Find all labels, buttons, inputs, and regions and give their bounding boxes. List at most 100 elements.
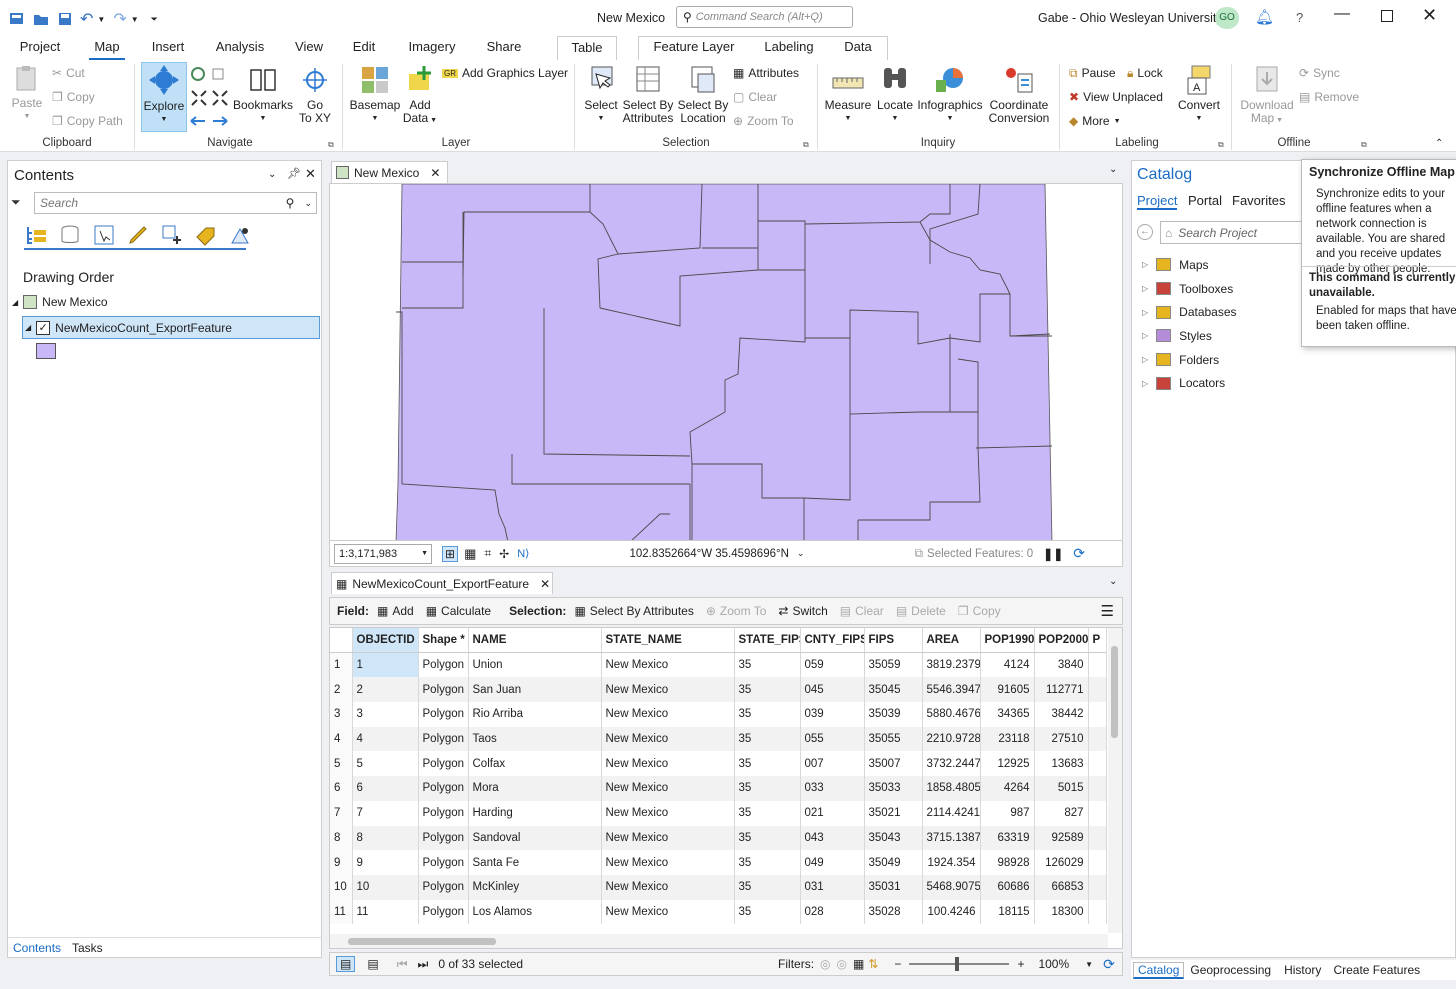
table-cell[interactable]: 10 [352, 874, 419, 900]
scale-dropdown[interactable]: 1:3,171,983 ▼ [334, 543, 432, 564]
table-cell[interactable]: 8 [352, 825, 419, 851]
notification-bell-icon[interactable]: 🔔︎ [1255, 8, 1274, 26]
table-cell[interactable]: 13683 [1034, 751, 1089, 777]
zoom-dropdown-icon[interactable]: ▼ [1085, 960, 1093, 969]
table-cell[interactable]: 35033 [864, 776, 923, 801]
tab-data[interactable]: Data [837, 36, 879, 60]
table-cell[interactable]: Polygon [418, 652, 469, 678]
refresh-icon[interactable]: ⟳ [1073, 545, 1085, 562]
tab-analysis[interactable]: Analysis [211, 36, 269, 60]
table-cell[interactable]: 4124 [980, 652, 1035, 678]
maximize-icon[interactable] [1381, 10, 1393, 22]
table-cell[interactable]: New Mexico [601, 776, 735, 801]
table-cell[interactable]: 60686 [980, 874, 1035, 900]
constraint-icon[interactable]: ⌗ [484, 546, 491, 561]
table-cell[interactable]: 028 [800, 899, 865, 925]
expand-triangle-icon[interactable]: ▷ [1142, 379, 1148, 388]
table-cell[interactable]: New Mexico [601, 652, 735, 678]
tab-catalog-project[interactable]: Project [1137, 193, 1178, 210]
table-cell[interactable]: 35 [734, 899, 801, 925]
table-cell[interactable]: 63319 [980, 825, 1035, 851]
table-cell[interactable]: 5468.9075 [922, 874, 981, 900]
table-cell[interactable]: 2114.4241 [922, 800, 981, 826]
row-number[interactable]: 6 [330, 776, 353, 801]
table-cell[interactable]: Polygon [418, 726, 469, 752]
table-cell[interactable]: 1924.354 [922, 850, 981, 875]
row-number[interactable]: 4 [330, 726, 353, 752]
table-cell[interactable]: 18300 [1034, 899, 1089, 925]
row-number[interactable]: 5 [330, 751, 353, 777]
table-cell[interactable]: 38442 [1034, 702, 1089, 727]
list-by-drawing-order-icon[interactable] [24, 223, 48, 247]
table-cell[interactable]: 35 [734, 726, 801, 752]
table-cell[interactable]: New Mexico [601, 702, 735, 727]
table-cell[interactable]: 9 [352, 850, 419, 875]
coordinate-conversion-button[interactable]: Coordinate Conversion [987, 64, 1051, 125]
column-header[interactable]: P [1088, 628, 1107, 654]
lock-labeling-button[interactable]: 🔒︎ Lock [1127, 64, 1163, 82]
tab-bottom-catalog[interactable]: Catalog [1133, 961, 1185, 979]
help-icon[interactable]: ? [1296, 10, 1303, 25]
command-search-box[interactable]: ⚲ Command Search (Alt+Q) [676, 6, 853, 28]
table-cell[interactable]: 35 [734, 751, 801, 777]
table-cell[interactable]: 35 [734, 825, 801, 851]
layer-tree-item[interactable]: ◢ ✓ NewMexicoCount_ExportFeature [22, 316, 320, 339]
expand-triangle-icon[interactable]: ▷ [1142, 284, 1148, 293]
zoom-slider[interactable] [909, 957, 1010, 971]
catalog-item[interactable]: ▷ Databases [1142, 300, 1237, 324]
search-options-icon[interactable]: ⌄ [304, 198, 312, 209]
table-cell[interactable]: 100.4246 [922, 899, 981, 925]
show-all-records-icon[interactable]: ▤ [336, 956, 356, 972]
switch-selection-button[interactable]: Switch [792, 604, 827, 618]
new-mexico-counties-map[interactable] [330, 184, 1123, 541]
table-cell[interactable]: 033 [800, 776, 865, 801]
layer-visibility-checkbox[interactable]: ✓ [36, 320, 51, 335]
pause-labeling-button[interactable]: ⧉ Pause [1069, 64, 1116, 82]
table-cell[interactable]: 35031 [864, 874, 923, 900]
close-pane-icon[interactable]: ✕ [305, 166, 316, 182]
dialog-launcher-icon[interactable]: ⧉ [1361, 140, 1367, 150]
table-cell[interactable]: 2210.9728 [922, 726, 981, 752]
table-cell[interactable]: New Mexico [601, 726, 735, 752]
table-cell[interactable]: 35028 [864, 899, 923, 925]
catalog-item[interactable]: ▷ Locators [1142, 371, 1237, 395]
table-cell[interactable]: 35049 [864, 850, 923, 875]
delete-table-button[interactable]: Delete [911, 604, 946, 618]
table-cell[interactable]: 35007 [864, 751, 923, 777]
expand-triangle-icon[interactable]: ▷ [1142, 331, 1148, 340]
tab-edit[interactable]: Edit [346, 36, 382, 60]
add-field-button[interactable]: Add [392, 604, 413, 618]
table-cell[interactable]: New Mexico [601, 874, 735, 900]
clear-selection-button[interactable]: ▢ Clear [733, 88, 777, 106]
zoom-to-table-button[interactable]: Zoom To [720, 604, 766, 618]
table-cell[interactable]: Union [468, 652, 602, 678]
row-number[interactable]: 2 [330, 677, 353, 703]
layer-symbol-swatch[interactable] [36, 343, 56, 359]
pane-options-icon[interactable]: ⌄ [268, 169, 276, 180]
close-tab-icon[interactable]: ✕ [430, 166, 440, 180]
table-cell[interactable]: 35059 [864, 652, 923, 678]
list-by-editing-icon[interactable] [126, 223, 150, 247]
table-cell[interactable]: Polygon [418, 800, 469, 826]
grid-snap-icon[interactable]: ⊞ [442, 545, 459, 562]
table-cell[interactable]: Polygon [418, 899, 469, 925]
table-cell[interactable]: Polygon [418, 874, 469, 900]
row-number[interactable]: 1 [330, 652, 353, 678]
table-cell[interactable]: New Mexico [601, 751, 735, 777]
table-cell[interactable]: 35 [734, 677, 801, 703]
expand-triangle-icon[interactable]: ▷ [1142, 355, 1148, 364]
table-cell[interactable]: New Mexico [601, 825, 735, 851]
table-row[interactable]: 1 1 Polygon Union New Mexico 35 059 35059 3819.2… [330, 652, 1107, 678]
measure-button[interactable]: Measure ▼ [823, 64, 873, 125]
add-graphics-layer-button[interactable]: GR Add Graphics Layer [442, 64, 568, 82]
calculate-button[interactable]: Calculate [441, 604, 491, 618]
tab-contents[interactable]: Contents [13, 941, 61, 955]
column-header[interactable]: NAME [468, 628, 602, 654]
row-number[interactable]: 8 [330, 825, 353, 851]
table-cell[interactable]: 043 [800, 825, 865, 851]
table-cell[interactable]: 5 [352, 751, 419, 777]
redo-icon[interactable]: ↷ [113, 9, 126, 29]
view-options-icon[interactable]: ⌄ [1109, 576, 1117, 587]
row-number[interactable]: 10 [330, 874, 353, 900]
dialog-launcher-icon[interactable]: ⧉ [803, 140, 809, 150]
